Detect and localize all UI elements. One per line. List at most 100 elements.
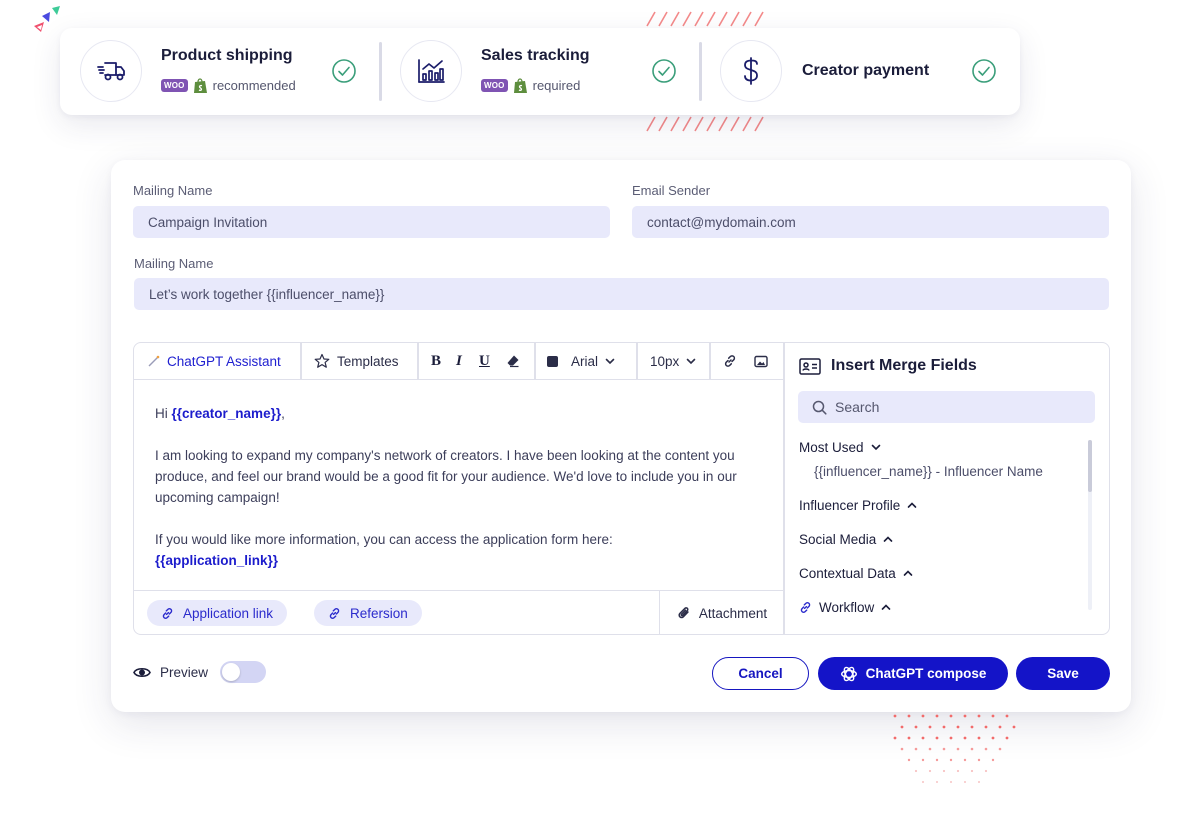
insert-image-button[interactable] [754,343,768,379]
chip-label: Refersion [350,605,408,621]
font-size-select[interactable]: 10px [650,343,696,379]
toolbar-separator [417,343,419,379]
toolbar-separator [709,343,711,379]
dollar-icon [720,40,782,102]
eraser-icon [507,355,519,368]
woocommerce-logo-icon: WOO [481,79,508,92]
editor-footer: Application link Refersion Attachment [134,590,784,635]
email-paragraph: If you would like more information, you … [155,529,765,571]
email-sender-label: Email Sender [632,183,711,198]
group-label: Influencer Profile [799,498,901,513]
attachment-label: Attachment [698,605,768,621]
font-family-value: Arial [571,353,599,369]
text-color-button[interactable] [547,343,558,379]
cancel-button[interactable]: Cancel [712,657,809,690]
group-label: Contextual Data [799,566,896,581]
insert-link-button[interactable] [723,343,737,379]
application-link-chip[interactable]: Application link [147,600,288,626]
group-most-used[interactable]: Most Used [799,440,881,455]
merge-fields-title: Insert Merge Fields [799,357,977,375]
stripe-decoration-bottom [646,116,764,132]
group-label: Workflow [819,600,875,615]
magic-wand-icon [148,355,160,367]
greeting-text: Hi [155,406,168,421]
group-influencer-profile[interactable]: Influencer Profile [799,498,917,513]
step-product-shipping[interactable]: Product shipping WOO recommended [60,28,380,115]
step-note: recommended [212,78,296,93]
group-social-media[interactable]: Social Media [799,532,893,547]
chatgpt-compose-button[interactable]: ChatGPT compose [818,657,1008,690]
link-icon [800,602,811,613]
step-sales-tracking[interactable]: Sales tracking WOO required [380,28,700,115]
step-title: Product shipping [161,47,293,64]
preview-toggle-row: Preview [133,661,267,683]
eye-icon [133,667,151,677]
preview-toggle[interactable] [220,661,267,683]
mailing-name-input[interactable] [133,206,610,238]
chevron-down-icon [686,358,696,364]
merge-field-item[interactable]: {{influencer_name}} - Influencer Name [814,464,1043,479]
merge-tag: {{creator_name}} [171,406,282,421]
chevron-up-icon [908,502,917,508]
star-icon [314,353,330,368]
merge-search-input[interactable]: Search [798,391,1095,423]
toolbar-separator [636,343,638,379]
shopify-logo-icon [513,78,527,93]
stripe-decoration-top [646,11,764,27]
step-subtitle: WOO recommended [161,77,296,94]
image-icon [754,355,768,367]
link-icon [724,355,736,367]
chevron-up-icon [883,536,893,542]
templates-label: Templates [337,353,399,369]
scrollbar-thumb[interactable] [1088,440,1092,492]
step-title: Sales tracking [481,47,590,64]
link-icon [162,607,173,619]
search-icon [812,400,827,415]
email-greeting: Hi {{creator_name}}, [155,403,765,424]
merge-panel-scrollbar[interactable] [1088,440,1092,610]
mailing-name-label: Mailing Name [133,183,213,198]
email-compose-card: Mailing Name Email Sender Mailing Name C… [111,160,1131,712]
chatgpt-assistant-label: ChatGPT Assistant [167,353,281,369]
subject-input[interactable] [134,278,1109,310]
chip-label: Application link [183,605,274,621]
underline-button[interactable]: U [479,343,490,379]
subject-label: Mailing Name [134,256,214,271]
chatgpt-assistant-button[interactable]: ChatGPT Assistant [148,343,281,379]
color-swatch-icon [547,355,558,367]
merge-tag: {{application_link}} [155,553,279,568]
email-editor: ChatGPT Assistant Templates B I U Arial … [133,342,1110,635]
cancel-label: Cancel [738,666,783,681]
toolbar-separator [300,343,302,379]
check-circle-icon [332,59,356,83]
step-subtitle: WOO required [481,77,580,94]
group-label: Social Media [799,532,877,547]
email-sender-input[interactable] [632,206,1109,238]
openai-logo-icon [840,666,857,681]
step-note: required [532,78,581,93]
email-paragraph: I am looking to expand my company's netw… [155,448,737,505]
refersion-chip[interactable]: Refersion [314,600,422,626]
integration-steps-card: Product shipping WOO recommended Sales t… [60,28,1020,115]
dot-pattern-decoration [893,714,1016,783]
group-label: Most Used [799,440,864,455]
chevron-up-icon [881,604,891,610]
attachment-button[interactable]: Attachment [659,591,784,635]
save-button[interactable]: Save [1016,657,1110,690]
group-contextual-data[interactable]: Contextual Data [799,566,913,581]
step-creator-payment[interactable]: Creator payment [700,28,1020,115]
merge-fields-title-text: Insert Merge Fields [831,357,977,374]
shopify-logo-icon [193,78,207,93]
toggle-knob [222,663,241,681]
chatgpt-compose-label: ChatGPT compose [865,666,987,681]
italic-button[interactable]: I [456,343,462,379]
font-family-select[interactable]: Arial [571,343,615,379]
email-body[interactable]: Hi {{creator_name}}, I am looking to exp… [155,403,765,571]
save-label: Save [1047,666,1079,681]
templates-button[interactable]: Templates [314,343,399,379]
delivery-truck-icon [80,40,142,102]
clear-format-button[interactable] [506,343,520,379]
group-workflow[interactable]: Workflow [799,600,891,615]
preview-label: Preview [160,664,209,680]
bold-button[interactable]: B [431,343,441,379]
